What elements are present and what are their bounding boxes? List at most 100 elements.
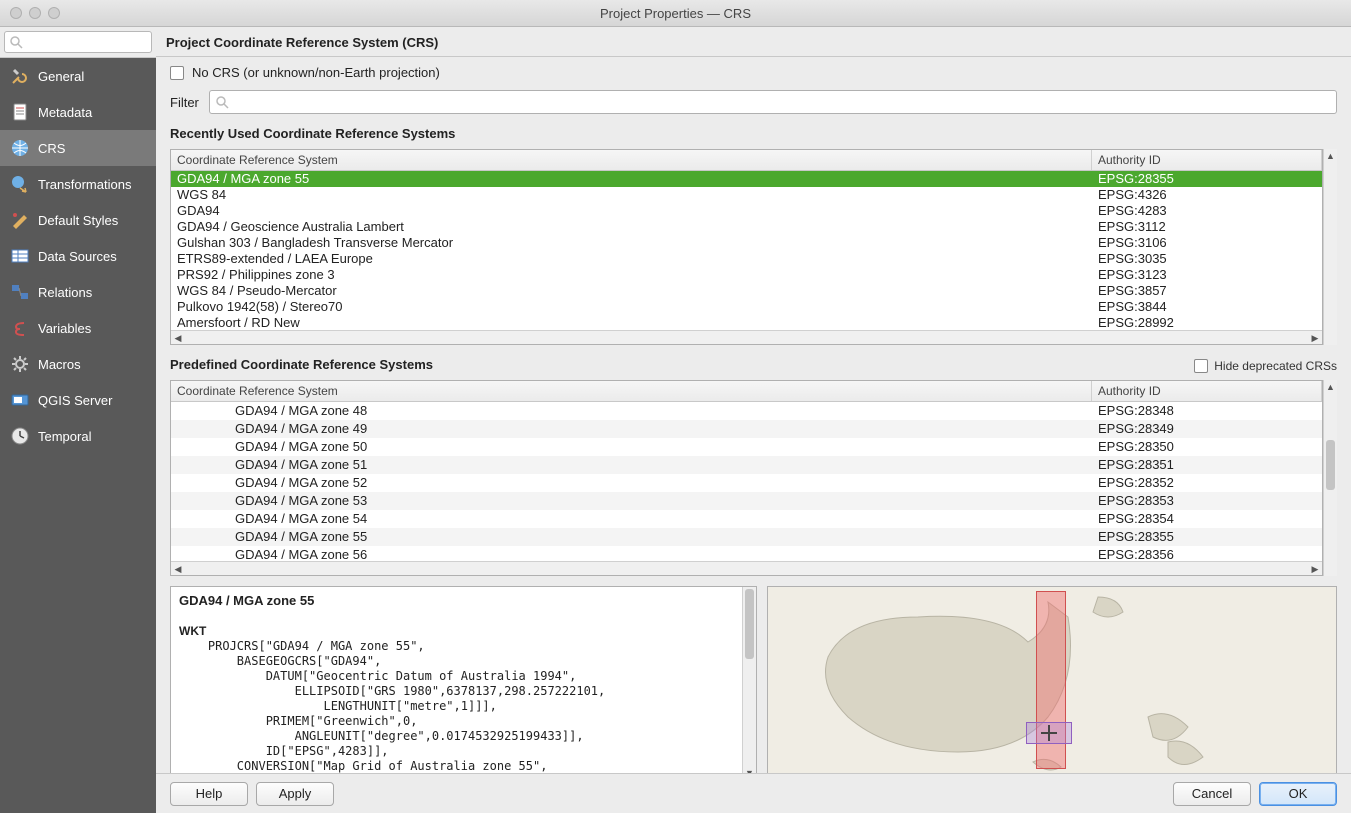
recent-heading: Recently Used Coordinate Reference Syste… bbox=[170, 124, 1337, 145]
auth-id-cell: EPSG:28348 bbox=[1092, 402, 1322, 420]
column-header-auth[interactable]: Authority ID bbox=[1092, 150, 1322, 170]
table-row[interactable]: Amersfoort / RD NewEPSG:28992 bbox=[171, 315, 1322, 330]
table-row[interactable]: WGS 84EPSG:4326 bbox=[171, 187, 1322, 203]
scroll-up-icon[interactable]: ▲ bbox=[1324, 149, 1337, 163]
h-scrollbar[interactable]: ◀ ▶ bbox=[171, 330, 1322, 344]
auth-id-cell: EPSG:28353 bbox=[1092, 492, 1322, 510]
table-row[interactable]: GDA94 / MGA zone 49EPSG:28349 bbox=[171, 420, 1322, 438]
window-title: Project Properties — CRS bbox=[0, 6, 1351, 21]
table-row[interactable]: GDA94 / Geoscience Australia LambertEPSG… bbox=[171, 219, 1322, 235]
sidebar-item-general[interactable]: General bbox=[0, 58, 156, 94]
help-button[interactable]: Help bbox=[170, 782, 248, 806]
auth-id-cell: EPSG:28350 bbox=[1092, 438, 1322, 456]
table-row[interactable]: GDA94 / MGA zone 50EPSG:28350 bbox=[171, 438, 1322, 456]
v-scrollbar[interactable]: ▲ bbox=[1323, 380, 1337, 576]
auth-id-cell: EPSG:3844 bbox=[1092, 299, 1322, 315]
sidebar-item-metadata[interactable]: Metadata bbox=[0, 94, 156, 130]
document-icon bbox=[10, 102, 30, 122]
sidebar-item-relations[interactable]: Relations bbox=[0, 274, 156, 310]
sidebar-item-variables[interactable]: Variables bbox=[0, 310, 156, 346]
column-header-auth[interactable]: Authority ID bbox=[1092, 381, 1322, 401]
filter-label: Filter bbox=[170, 95, 199, 110]
table-row[interactable]: GDA94 / MGA zone 53EPSG:28353 bbox=[171, 492, 1322, 510]
v-scrollbar[interactable]: ▲ bbox=[1323, 149, 1337, 345]
crs-name-cell: GDA94 / MGA zone 51 bbox=[171, 456, 1092, 474]
sidebar-item-crs[interactable]: CRS bbox=[0, 130, 156, 166]
auth-id-cell: EPSG:28355 bbox=[1092, 171, 1322, 187]
sidebar-item-label: Macros bbox=[38, 357, 81, 372]
sidebar-item-label: Metadata bbox=[38, 105, 92, 120]
table-row[interactable]: GDA94 / MGA zone 55EPSG:28355 bbox=[171, 528, 1322, 546]
auth-id-cell: EPSG:28355 bbox=[1092, 528, 1322, 546]
table-row[interactable]: GDA94 / MGA zone 51EPSG:28351 bbox=[171, 456, 1322, 474]
sidebar-item-label: General bbox=[38, 69, 84, 84]
crs-name-cell: GDA94 / MGA zone 49 bbox=[171, 420, 1092, 438]
sidebar-item-data-sources[interactable]: Data Sources bbox=[0, 238, 156, 274]
crs-name-cell: GDA94 / MGA zone 55 bbox=[171, 528, 1092, 546]
sidebar-item-label: Temporal bbox=[38, 429, 91, 444]
crs-name-cell: GDA94 / MGA zone 48 bbox=[171, 402, 1092, 420]
table-row[interactable]: ETRS89-extended / LAEA EuropeEPSG:3035 bbox=[171, 251, 1322, 267]
sidebar-item-label: Default Styles bbox=[38, 213, 118, 228]
column-header-crs[interactable]: Coordinate Reference System bbox=[171, 381, 1092, 401]
main-layout: General Metadata CRS Transformations Def… bbox=[0, 27, 1351, 813]
globe-arrow-icon bbox=[10, 174, 30, 194]
crs-name-cell: GDA94 / MGA zone 55 bbox=[171, 171, 1092, 187]
table-row[interactable]: PRS92 / Philippines zone 3EPSG:3123 bbox=[171, 267, 1322, 283]
filter-input[interactable] bbox=[209, 90, 1337, 114]
table-row[interactable]: GDA94EPSG:4283 bbox=[171, 203, 1322, 219]
server-icon bbox=[10, 390, 30, 410]
crs-name-cell: GDA94 / MGA zone 56 bbox=[171, 546, 1092, 561]
ok-button[interactable]: OK bbox=[1259, 782, 1337, 806]
search-icon bbox=[215, 95, 229, 109]
cancel-button[interactable]: Cancel bbox=[1173, 782, 1251, 806]
crs-name-cell: WGS 84 bbox=[171, 187, 1092, 203]
table-row[interactable]: GDA94 / MGA zone 55EPSG:28355 bbox=[171, 171, 1322, 187]
recent-table: Coordinate Reference System Authority ID… bbox=[170, 149, 1337, 345]
auth-id-cell: EPSG:3857 bbox=[1092, 283, 1322, 299]
page-title: Project Coordinate Reference System (CRS… bbox=[156, 27, 1351, 57]
v-scrollbar[interactable]: ▼ bbox=[742, 587, 756, 773]
sidebar-item-qgis-server[interactable]: QGIS Server bbox=[0, 382, 156, 418]
clock-icon bbox=[10, 426, 30, 446]
predef-heading: Predefined Coordinate Reference Systems bbox=[170, 355, 433, 376]
sidebar-item-default-styles[interactable]: Default Styles bbox=[0, 202, 156, 238]
auth-id-cell: EPSG:3112 bbox=[1092, 219, 1322, 235]
crs-info-text: GDA94 / MGA zone 55 WKT PROJCRS["GDA94 /… bbox=[171, 587, 742, 773]
scroll-right-icon[interactable]: ▶ bbox=[1308, 331, 1322, 345]
scroll-right-icon[interactable]: ▶ bbox=[1308, 562, 1322, 576]
sidebar-item-label: QGIS Server bbox=[38, 393, 112, 408]
sidebar-item-transformations[interactable]: Transformations bbox=[0, 166, 156, 202]
auth-id-cell: EPSG:3035 bbox=[1092, 251, 1322, 267]
table-row[interactable]: Pulkovo 1942(58) / Stereo70EPSG:3844 bbox=[171, 299, 1322, 315]
table-row[interactable]: Gulshan 303 / Bangladesh Transverse Merc… bbox=[171, 235, 1322, 251]
table-row[interactable]: GDA94 / MGA zone 48EPSG:28348 bbox=[171, 402, 1322, 420]
titlebar: Project Properties — CRS bbox=[0, 0, 1351, 27]
crs-name-cell: Amersfoort / RD New bbox=[171, 315, 1092, 330]
scroll-up-icon[interactable]: ▲ bbox=[1324, 380, 1337, 394]
sidebar-search-wrap bbox=[0, 27, 156, 58]
crs-name-cell: Gulshan 303 / Bangladesh Transverse Merc… bbox=[171, 235, 1092, 251]
hide-deprecated-checkbox[interactable] bbox=[1194, 359, 1208, 373]
crs-name-cell: GDA94 / MGA zone 54 bbox=[171, 510, 1092, 528]
h-scrollbar[interactable]: ◀ ▶ bbox=[171, 561, 1322, 575]
sidebar-item-macros[interactable]: Macros bbox=[0, 346, 156, 382]
globe-icon bbox=[10, 138, 30, 158]
table-row[interactable]: GDA94 / MGA zone 54EPSG:28354 bbox=[171, 510, 1322, 528]
scroll-left-icon[interactable]: ◀ bbox=[171, 331, 185, 345]
table-icon bbox=[10, 246, 30, 266]
sidebar-item-temporal[interactable]: Temporal bbox=[0, 418, 156, 454]
auth-id-cell: EPSG:28351 bbox=[1092, 456, 1322, 474]
sidebar-search-input[interactable] bbox=[4, 31, 152, 53]
table-row[interactable]: GDA94 / MGA zone 52EPSG:28352 bbox=[171, 474, 1322, 492]
no-crs-checkbox[interactable] bbox=[170, 66, 184, 80]
scroll-left-icon[interactable]: ◀ bbox=[171, 562, 185, 576]
hide-deprecated-label: Hide deprecated CRSs bbox=[1214, 359, 1337, 373]
auth-id-cell: EPSG:28354 bbox=[1092, 510, 1322, 528]
predef-table: Coordinate Reference System Authority ID… bbox=[170, 380, 1337, 576]
scroll-down-icon[interactable]: ▼ bbox=[743, 766, 756, 773]
column-header-crs[interactable]: Coordinate Reference System bbox=[171, 150, 1092, 170]
apply-button[interactable]: Apply bbox=[256, 782, 334, 806]
table-row[interactable]: GDA94 / MGA zone 56EPSG:28356 bbox=[171, 546, 1322, 561]
table-row[interactable]: WGS 84 / Pseudo-MercatorEPSG:3857 bbox=[171, 283, 1322, 299]
